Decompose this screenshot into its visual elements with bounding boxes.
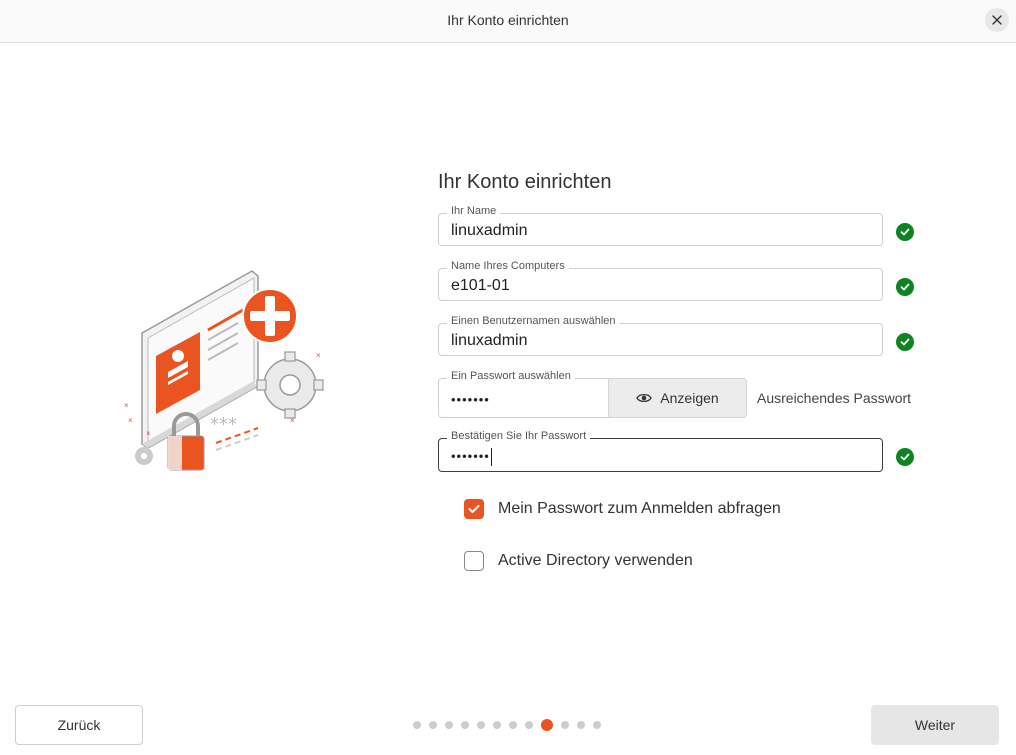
name-valid-check-icon (896, 223, 914, 241)
eye-icon (636, 393, 653, 403)
ask-password-checkbox[interactable] (464, 499, 484, 519)
step-dot (429, 721, 437, 729)
window-title: Ihr Konto einrichten (447, 12, 569, 28)
confirm-password-label: Bestätigen Sie Ihr Passwort (447, 429, 591, 443)
step-dot (509, 721, 517, 729)
svg-text:×: × (316, 351, 321, 360)
account-setup-illustration: *** × × × × × (124, 270, 324, 471)
active-directory-option[interactable]: Active Directory verwenden (464, 551, 693, 571)
password-strength-text: Ausreichendes Passwort (757, 390, 912, 406)
step-dot (493, 721, 501, 729)
name-field[interactable]: Ihr Name linuxadmin (438, 204, 883, 246)
computer-name-label: Name Ihres Computers (447, 259, 569, 273)
close-icon (992, 15, 1002, 25)
computer-name-field[interactable]: Name Ihres Computers e101-01 (438, 259, 883, 301)
next-button[interactable]: Weiter (871, 705, 999, 745)
step-dot (525, 721, 533, 729)
step-dot (577, 721, 585, 729)
step-dot (477, 721, 485, 729)
username-field[interactable]: Einen Benutzernamen auswählen linuxadmin (438, 314, 883, 356)
svg-text:×: × (290, 416, 295, 425)
name-value: linuxadmin (451, 222, 528, 239)
active-directory-label: Active Directory verwenden (498, 552, 693, 569)
username-label: Einen Benutzernamen auswählen (447, 314, 620, 328)
step-dot (593, 721, 601, 729)
name-label: Ihr Name (447, 204, 501, 218)
close-button[interactable] (985, 8, 1009, 32)
svg-text:***: *** (210, 414, 237, 435)
confirm-password-value: ••••••• (451, 448, 871, 466)
confirm-password-field[interactable]: Bestätigen Sie Ihr Passwort ••••••• (438, 429, 883, 472)
step-dot-active (541, 719, 553, 731)
username-valid-check-icon (896, 333, 914, 351)
page-title: Ihr Konto einrichten (438, 171, 612, 193)
svg-text:×: × (124, 401, 129, 410)
svg-text:×: × (128, 416, 133, 425)
password-label: Ein Passwort auswählen (447, 369, 575, 383)
step-indicator (413, 719, 601, 731)
computer-valid-check-icon (896, 278, 914, 296)
title-bar: Ihr Konto einrichten (0, 0, 1016, 43)
step-dot (445, 721, 453, 729)
username-value: linuxadmin (451, 332, 528, 349)
step-dot (461, 721, 469, 729)
checkmark-icon (468, 505, 480, 513)
back-button[interactable]: Zurück (15, 705, 143, 745)
svg-text:×: × (146, 429, 151, 438)
ask-password-option[interactable]: Mein Passwort zum Anmelden abfragen (464, 499, 781, 519)
password-field[interactable]: Ein Passwort auswählen ••••••• (438, 369, 609, 418)
ask-password-label: Mein Passwort zum Anmelden abfragen (498, 500, 781, 517)
active-directory-checkbox[interactable] (464, 551, 484, 571)
show-password-label: Anzeigen (660, 390, 719, 406)
step-dot (413, 721, 421, 729)
step-dot (561, 721, 569, 729)
show-password-button[interactable]: Anzeigen (608, 378, 747, 418)
confirm-valid-check-icon (896, 448, 914, 466)
computer-name-value: e101-01 (451, 277, 510, 294)
